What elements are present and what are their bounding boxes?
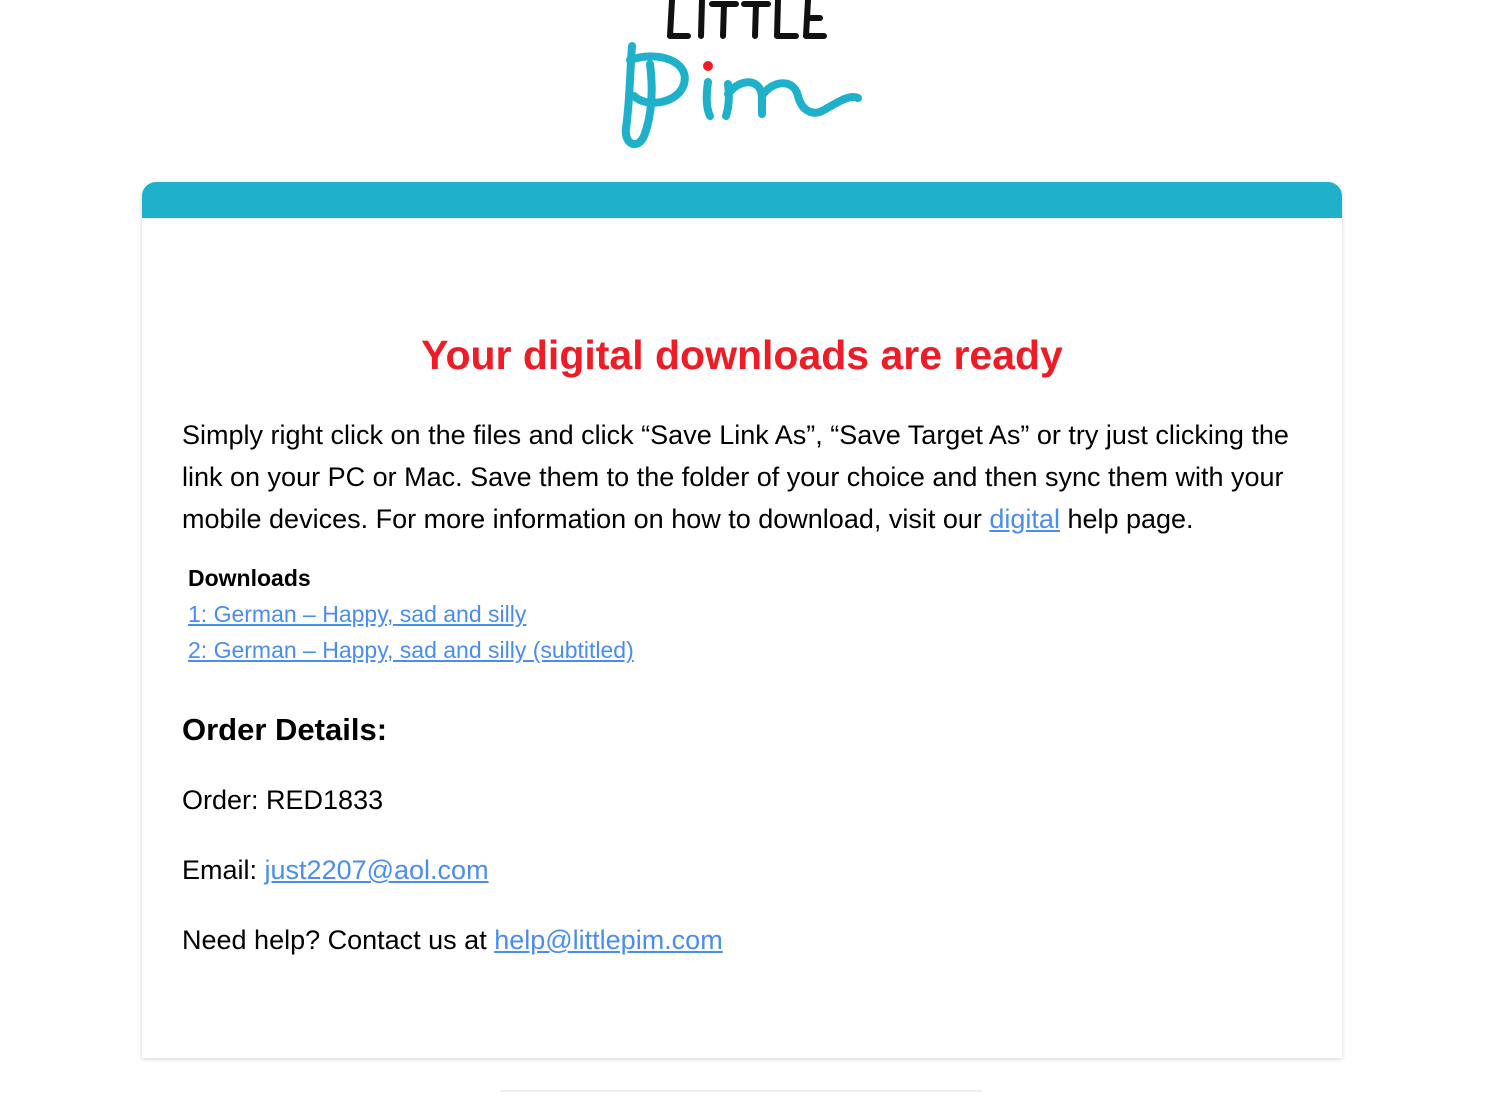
help-email-link[interactable]: help@littlepim.com: [494, 925, 723, 955]
email-page: Your digital downloads are ready Simply …: [0, 0, 1492, 1096]
card-body: Your digital downloads are ready Simply …: [182, 328, 1302, 960]
accent-bar: [142, 182, 1342, 218]
intro-text-end: help page.: [1059, 504, 1194, 534]
customer-email-link[interactable]: just2207@aol.com: [265, 855, 489, 885]
intro-paragraph: Simply right click on the files and clic…: [182, 414, 1302, 540]
downloads-title: Downloads: [188, 565, 311, 591]
email-line: Email: just2207@aol.com: [182, 850, 1302, 890]
digital-help-link[interactable]: digital: [989, 504, 1060, 534]
little-pim-logo: [610, 0, 880, 160]
little-pim-logo-graphic: [621, 0, 862, 149]
help-line: Need help? Contact us at help@littlepim.…: [182, 920, 1302, 960]
logo-dot-icon: [703, 61, 713, 71]
order-details-title: Order Details:: [182, 712, 388, 747]
download-link-2[interactable]: 2: German – Happy, sad and silly (subtit…: [188, 632, 1302, 668]
order-label: Order:: [182, 785, 267, 815]
order-number-line: Order: RED1833: [182, 780, 1302, 820]
footer-divider: [500, 1090, 982, 1092]
order-number: RED1833: [266, 785, 384, 815]
download-link-1[interactable]: 1: German – Happy, sad and silly: [188, 596, 1302, 632]
email-label: Email:: [182, 855, 265, 885]
email-card: Your digital downloads are ready Simply …: [142, 182, 1342, 1058]
help-label: Need help? Contact us at: [182, 925, 495, 955]
headline: Your digital downloads are ready: [421, 332, 1063, 378]
downloads-section: Downloads 1: German – Happy, sad and sil…: [188, 560, 1302, 668]
